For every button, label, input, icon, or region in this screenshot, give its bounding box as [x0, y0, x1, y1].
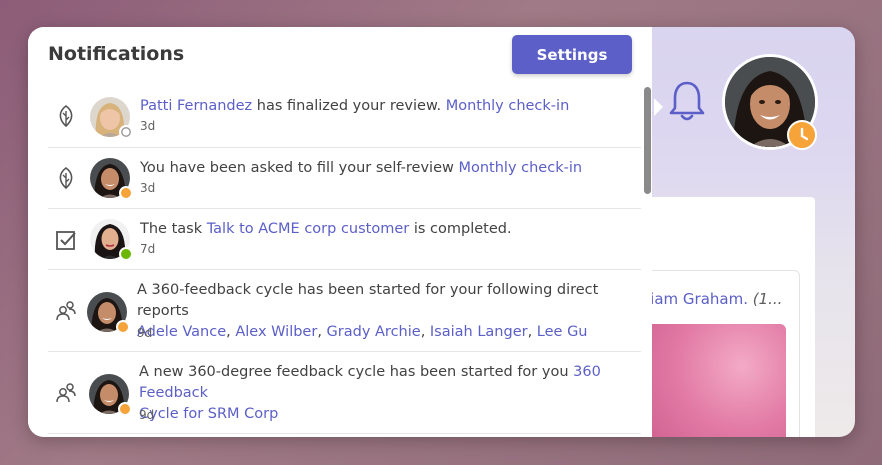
- task-link[interactable]: Talk to ACME corp customer: [207, 221, 410, 237]
- timestamp: 9d: [139, 408, 155, 422]
- background-image: [638, 324, 786, 437]
- notification-list: Patti Fernandez has finalized your revie…: [48, 87, 641, 434]
- presence-away-indicator: [116, 320, 130, 334]
- panel-title: Notifications: [48, 43, 185, 65]
- app-window: riam Graham. (1... Notifications Setting…: [28, 27, 855, 437]
- notifications-panel: Notifications Settings Patti Fernandez h…: [28, 27, 652, 437]
- notification-text: You have been asked to fill your self-re…: [140, 160, 583, 176]
- status-away-clock-icon: [787, 120, 817, 150]
- presence-away-indicator: [118, 402, 132, 416]
- person-link[interactable]: Isaiah Langer: [430, 324, 528, 340]
- notification-item[interactable]: A 360-feedback cycle has been started fo…: [48, 270, 641, 352]
- direct-reports-list: Adele Vance, Alex Wilber, Grady Archie, …: [137, 324, 588, 340]
- notification-item[interactable]: You have been asked to fill your self-re…: [48, 148, 641, 209]
- person-link[interactable]: Alex Wilber: [235, 324, 317, 340]
- presence-available-indicator: [119, 247, 133, 261]
- person-link[interactable]: Lee Gu: [537, 324, 588, 340]
- actor-link[interactable]: Patti Fernandez: [140, 98, 252, 114]
- feedback-cycle-link[interactable]: Cycle for SRM Corp: [139, 406, 278, 422]
- review-link[interactable]: Monthly check-in: [458, 160, 582, 176]
- timestamp: 3d: [140, 181, 156, 195]
- leaf-icon: [59, 105, 73, 128]
- notification-item[interactable]: The task Talk to ACME corp customer is c…: [48, 209, 641, 270]
- notification-text: A new 360-degree feedback cycle has been…: [139, 364, 601, 422]
- notification-item[interactable]: A new 360-degree feedback cycle has been…: [48, 352, 641, 434]
- presence-away-indicator: [119, 186, 133, 200]
- scrollbar-thumb[interactable]: [644, 87, 651, 194]
- bell-icon[interactable]: [666, 77, 708, 125]
- notification-text: The task Talk to ACME corp customer is c…: [140, 221, 512, 237]
- notification-item[interactable]: Patti Fernandez has finalized your revie…: [48, 87, 641, 148]
- timestamp: 3d: [140, 119, 156, 133]
- background-person-name: riam Graham. (1...: [644, 290, 783, 308]
- notification-text: Patti Fernandez has finalized your revie…: [140, 98, 570, 114]
- flyout-pointer: [654, 98, 663, 116]
- leaf-icon: [59, 167, 73, 190]
- presence-offline-indicator: [119, 125, 133, 139]
- review-link[interactable]: Monthly check-in: [446, 98, 570, 114]
- timestamp: 9d: [137, 326, 153, 340]
- settings-button[interactable]: Settings: [512, 35, 632, 74]
- notification-text: A 360-feedback cycle has been started fo…: [137, 280, 637, 343]
- person-link[interactable]: Grady Archie: [327, 324, 421, 340]
- people-icon: [56, 383, 76, 403]
- checkbox-icon: [56, 231, 76, 250]
- people-icon: [56, 301, 76, 321]
- timestamp: 7d: [140, 242, 156, 256]
